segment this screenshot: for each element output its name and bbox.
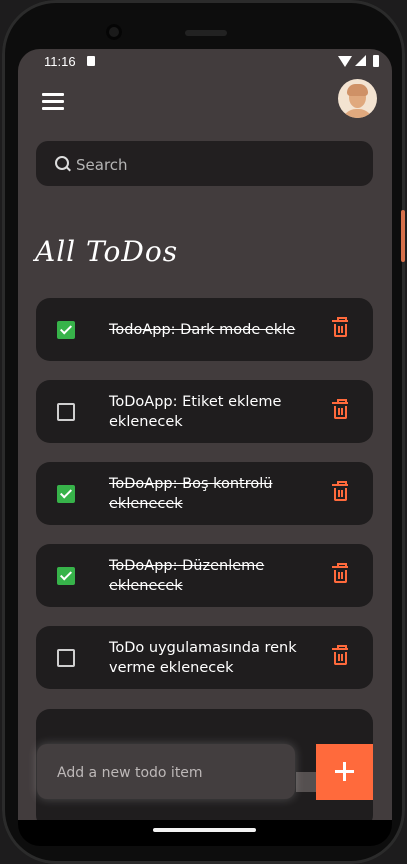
delete-icon[interactable] — [332, 645, 348, 665]
hamburger-menu-icon[interactable] — [42, 91, 66, 111]
todo-list: TodoApp: Dark mode ekle ToDoApp: Etiket e… — [36, 298, 373, 708]
search-input[interactable] — [74, 141, 368, 188]
page-title: All ToDos — [35, 235, 179, 268]
checkbox-checked-icon[interactable] — [57, 321, 75, 339]
todo-item[interactable]: ToDoApp: Etiket ekleme eklenecek — [36, 380, 373, 443]
checkbox-checked-icon[interactable] — [57, 567, 75, 585]
todo-item[interactable]: TodoApp: Dark mode ekle — [36, 298, 373, 361]
delete-icon[interactable] — [332, 481, 348, 501]
new-todo-input[interactable] — [55, 744, 289, 801]
search-bar — [36, 141, 373, 188]
avatar[interactable] — [338, 79, 377, 118]
todo-item[interactable]: ToDoApp: Düzenleme eklenecek — [36, 544, 373, 607]
checkbox-checked-icon[interactable] — [57, 485, 75, 503]
earpiece-speaker — [185, 30, 227, 36]
status-time: 11:16 — [44, 54, 76, 69]
delete-icon[interactable] — [332, 317, 348, 337]
app-screen: 11:16 All ToDos TodoApp: Dark mode ekleT… — [18, 49, 392, 820]
todo-text: ToDo uygulamasında renk verme eklenecek — [109, 639, 297, 676]
status-bar: 11:16 — [18, 49, 392, 75]
search-icon — [55, 156, 69, 170]
battery-icon — [373, 55, 379, 67]
delete-icon[interactable] — [332, 399, 348, 419]
home-indicator[interactable] — [153, 828, 256, 832]
todo-item[interactable]: ToDoApp: Boş kontrolü eklenecek — [36, 462, 373, 525]
checkbox-unchecked-icon[interactable] — [57, 403, 75, 421]
signal-icon — [355, 55, 366, 66]
wifi-icon — [338, 56, 352, 67]
phone-frame: 11:16 All ToDos TodoApp: Dark mode ekleT… — [2, 0, 405, 864]
system-nav-bar — [18, 820, 392, 846]
add-todo-button[interactable] — [316, 744, 373, 800]
checkbox-unchecked-icon[interactable] — [57, 649, 75, 667]
side-button — [401, 210, 405, 262]
todo-text: ToDoApp: Düzenleme eklenecek — [109, 557, 265, 594]
todo-text: ToDoApp: Boş kontrolü eklenecek — [109, 475, 273, 512]
sim-card-icon — [87, 56, 95, 66]
todo-text: TodoApp: Dark mode ekle — [109, 321, 296, 338]
new-todo-field — [37, 744, 295, 801]
front-camera — [106, 24, 122, 40]
todo-item[interactable]: ToDo uygulamasında renk verme eklenecek — [36, 626, 373, 689]
todo-text: ToDoApp: Etiket ekleme eklenecek — [109, 393, 282, 430]
delete-icon[interactable] — [332, 563, 348, 583]
